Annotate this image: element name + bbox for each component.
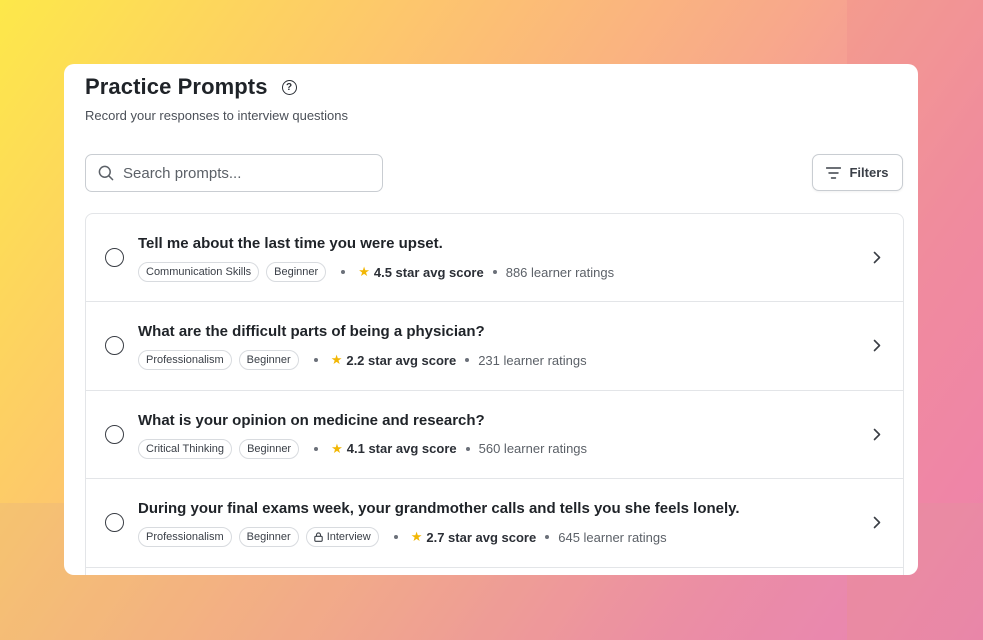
search-icon (98, 165, 114, 181)
page-title: Practice Prompts (85, 74, 268, 99)
prompt-row[interactable]: During your final exams week, your grand… (86, 479, 903, 568)
select-radio[interactable] (105, 336, 124, 356)
chevron-right-icon[interactable] (873, 516, 881, 529)
prompt-row[interactable]: Tell me about the last time you were ups… (86, 214, 903, 303)
category-tag: Critical Thinking (138, 438, 233, 459)
separator-dot (314, 446, 319, 451)
separator-dot (313, 358, 318, 363)
separator-dot (492, 270, 497, 274)
page-subtitle: Record your responses to interview quest… (85, 108, 349, 123)
separator-dot (545, 535, 550, 540)
chevron-right-icon[interactable] (873, 428, 881, 441)
star-icon: ★ (410, 529, 423, 545)
learner-ratings: 886 learner ratings (505, 264, 615, 280)
header: Practice Prompts ? (85, 74, 297, 100)
learner-ratings: 645 learner ratings (558, 529, 667, 545)
search-box[interactable] (85, 154, 383, 192)
prompt-question: Tell me about the last time you were ups… (138, 235, 443, 252)
level-tag: Beginner (238, 350, 299, 371)
prompt-meta: Professionalism Beginner Interview ★ 2.7… (138, 527, 667, 548)
interview-tag-label: Interview (326, 531, 371, 544)
prompt-question: What is your opinion on medicine and res… (138, 411, 485, 429)
category-tag: Professionalism (138, 350, 232, 371)
level-tag: Beginner (238, 527, 299, 548)
help-icon[interactable]: ? (281, 79, 297, 95)
avg-score: 2.2 star avg score (346, 352, 457, 368)
select-radio[interactable] (105, 513, 124, 533)
prompt-question: What are the difficult parts of being a … (138, 323, 485, 341)
separator-dot (465, 358, 470, 363)
category-tag: Communication Skills (138, 262, 260, 282)
prompt-meta: Communication Skills Beginner ★ 4.5 star… (138, 262, 614, 282)
category-tag: Professionalism (138, 527, 232, 548)
avg-score: 4.5 star avg score (373, 264, 484, 280)
separator-dot (393, 535, 398, 540)
filter-icon (826, 166, 842, 179)
interview-tag: Interview (305, 527, 379, 548)
chevron-right-icon[interactable] (873, 339, 881, 352)
learner-ratings: 560 learner ratings (478, 441, 588, 457)
prompt-list: Tell me about the last time you were ups… (85, 213, 904, 575)
learner-ratings: 231 learner ratings (478, 352, 587, 368)
avg-score: 2.7 star avg score (426, 529, 537, 545)
prompt-meta: Professionalism Beginner ★ 2.2 star avg … (138, 350, 587, 371)
prompt-row[interactable]: What are the difficult parts of being a … (86, 302, 903, 391)
search-input[interactable] (123, 164, 363, 182)
separator-dot (341, 270, 346, 274)
select-radio[interactable] (105, 424, 124, 444)
filters-label: Filters (849, 165, 889, 180)
avg-score: 4.1 star avg score (346, 441, 457, 457)
level-tag: Beginner (266, 262, 327, 282)
prompt-row[interactable]: What is your opinion on medicine and res… (86, 391, 903, 480)
select-radio[interactable] (105, 248, 124, 267)
prompt-question: During your final exams week, your grand… (138, 500, 740, 518)
filters-button[interactable]: Filters (812, 154, 903, 191)
star-icon: ★ (330, 352, 343, 368)
practice-prompts-card: Practice Prompts ? Record your responses… (64, 64, 918, 575)
star-icon: ★ (358, 264, 370, 279)
prompt-meta: Critical Thinking Beginner ★ 4.1 star av… (138, 438, 588, 459)
lock-icon (313, 532, 323, 543)
level-tag: Beginner (239, 438, 300, 459)
star-icon: ★ (331, 440, 343, 456)
separator-dot (465, 446, 470, 451)
chevron-right-icon[interactable] (873, 251, 881, 264)
